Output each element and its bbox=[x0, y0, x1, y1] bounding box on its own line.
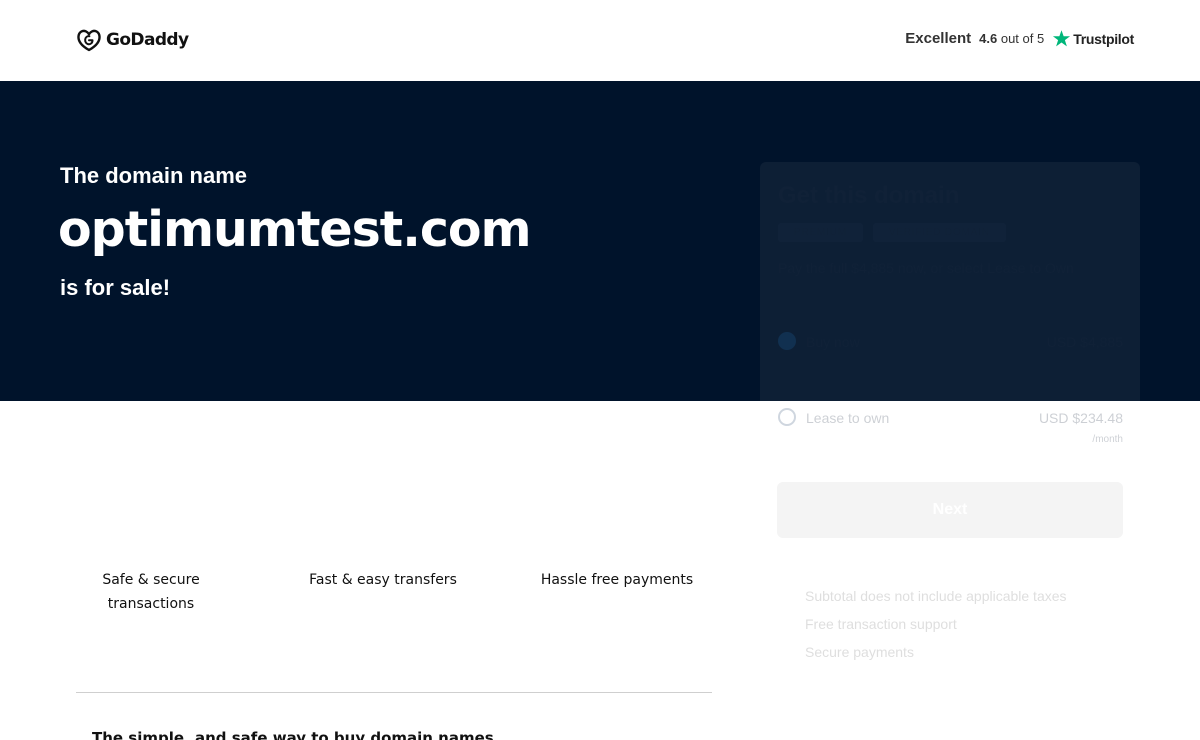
section-heading: The simple, and safe way to buy domain n… bbox=[92, 729, 494, 740]
lease-price: USD $234.48 bbox=[1038, 410, 1123, 426]
perk-item: Free transaction support bbox=[805, 616, 957, 632]
premium-badge: PREMIUM bbox=[778, 223, 863, 242]
lease-label: Lease to own bbox=[806, 410, 890, 426]
badge-row: PREMIUM VERIFIED DOMAIN bbox=[778, 223, 1006, 242]
feature-safe-secure: Safe & secure transactions bbox=[102, 572, 200, 612]
feature-row: Safe & secure transactions Fast & easy t… bbox=[76, 568, 712, 628]
buy-now-label: Buy now bbox=[806, 334, 860, 350]
feature-fast-transfers: Fast & easy transfers bbox=[309, 572, 457, 588]
rating-score: 4.6 bbox=[979, 31, 998, 46]
rating-word: Excellent bbox=[905, 30, 972, 47]
godaddy-logo[interactable]: GoDaddy bbox=[76, 28, 189, 52]
hero-posttext: is for sale! bbox=[60, 275, 171, 300]
buy-now-radio[interactable] bbox=[778, 332, 796, 350]
buy-now-option[interactable]: Buy now USD $4,885 bbox=[778, 310, 1123, 370]
hero-pretext: The domain name bbox=[60, 163, 248, 188]
lease-option[interactable]: Lease to own USD $234.48 /month bbox=[778, 386, 1123, 446]
purchase-card-lower bbox=[760, 401, 1140, 740]
feature-hassle-free: Hassle free payments bbox=[540, 572, 694, 588]
godaddy-logo-icon bbox=[77, 29, 101, 52]
trustpilot-rating[interactable]: Excellent 4.6 out of 5 Trustpilot bbox=[905, 29, 1134, 48]
rating-suffix: out of 5 bbox=[1000, 31, 1045, 46]
logo-text: GoDaddy bbox=[106, 30, 189, 50]
lease-radio[interactable] bbox=[778, 408, 796, 426]
verified-badge: VERIFIED DOMAIN bbox=[872, 223, 1006, 242]
card-title: Get this domain bbox=[778, 182, 960, 209]
buy-now-price: USD $4,885 bbox=[1046, 334, 1123, 350]
trustpilot-star-icon bbox=[1053, 30, 1071, 47]
lease-period: /month bbox=[1092, 434, 1123, 445]
trustpilot-logo: Trustpilot bbox=[1052, 29, 1134, 48]
perk-item: Subtotal does not include applicable tax… bbox=[805, 588, 1067, 604]
perk-item: Secure payments bbox=[805, 644, 914, 660]
rating-score-line: 4.6 out of 5 bbox=[979, 31, 1044, 46]
domain-name: optimumtest.com bbox=[58, 201, 532, 258]
section-divider bbox=[76, 692, 712, 693]
top-bar: GoDaddy Excellent 4.6 out of 5 Trustpilo… bbox=[0, 0, 1200, 81]
card-subtitle: Pay the full $4,885 now, or select Lease… bbox=[778, 260, 1074, 276]
next-button[interactable]: Next bbox=[777, 482, 1123, 538]
trustpilot-label: Trustpilot bbox=[1073, 30, 1134, 47]
